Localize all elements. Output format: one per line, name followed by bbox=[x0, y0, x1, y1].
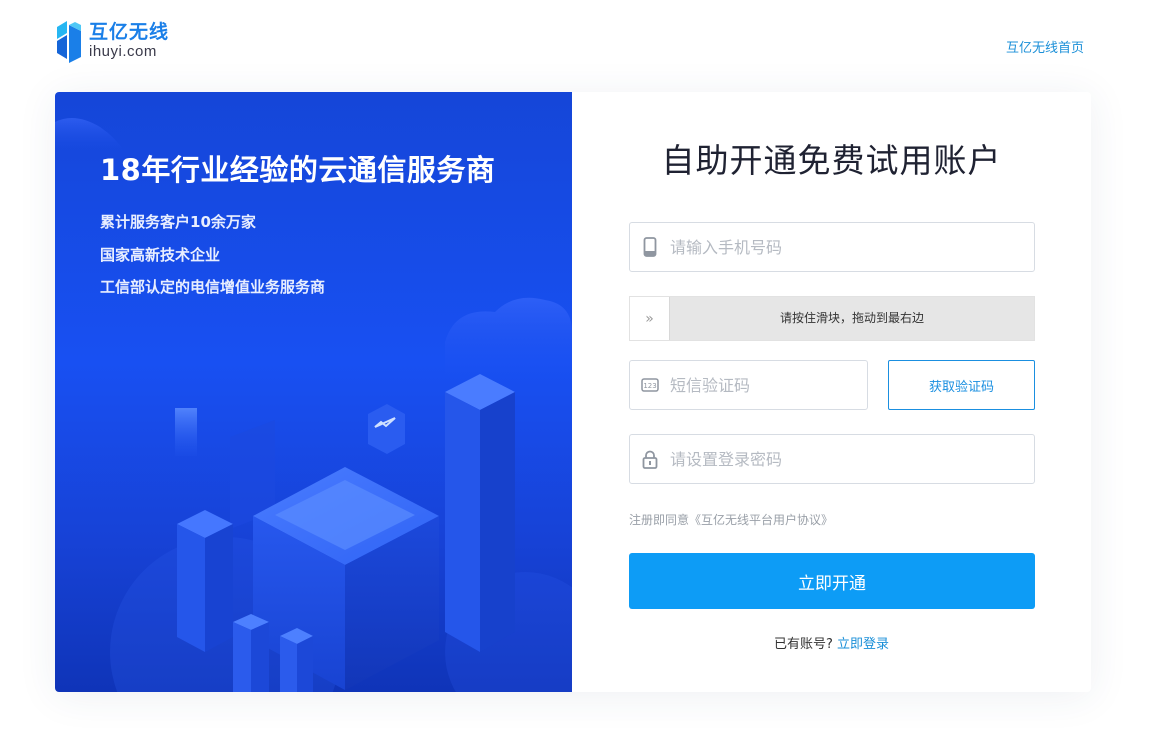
brand-name: 互亿无线 bbox=[89, 21, 170, 43]
phone-icon bbox=[630, 223, 670, 271]
signup-form: 自助开通免费试用账户 » 请按住滑块，拖动到最右边 123 bbox=[572, 92, 1091, 692]
agreement-prefix: 注册即同意 bbox=[629, 513, 690, 527]
phone-input[interactable] bbox=[670, 223, 1034, 271]
login-prompt: 已有账号? bbox=[774, 637, 833, 652]
promo-title: 18年行业经验的云通信服务商 bbox=[100, 153, 496, 187]
promo-feature: 国家高新技术企业 bbox=[100, 245, 221, 264]
login-link[interactable]: 立即登录 bbox=[837, 637, 889, 652]
brand-domain: ihuyi.com bbox=[89, 43, 157, 60]
promo-feature: 工信部认定的电信增值业务服务商 bbox=[100, 278, 326, 296]
promo-panel: 18年行业经验的云通信服务商 累计服务客户10余万家 国家高新技术企业 工信部认… bbox=[55, 92, 572, 692]
slider-hint: 请按住滑块，拖动到最右边 bbox=[779, 311, 924, 325]
brand-logo[interactable]: 互亿无线 ihuyi.com bbox=[55, 18, 185, 64]
sms-code-input[interactable] bbox=[670, 361, 867, 409]
slider-captcha[interactable]: » 请按住滑块，拖动到最右边 bbox=[629, 296, 1035, 341]
promo-feature-list: 累计服务客户10余万家 国家高新技术企业 工信部认定的电信增值业务服务商 bbox=[100, 206, 325, 304]
agreement-text: 注册即同意《互亿无线平台用户协议》 bbox=[629, 511, 833, 528]
agreement-link[interactable]: 《互亿无线平台用户协议》 bbox=[689, 513, 833, 527]
password-input[interactable] bbox=[670, 435, 1034, 483]
promo-feature: 累计服务客户10余万家 bbox=[100, 213, 256, 231]
slider-handle[interactable]: » bbox=[630, 297, 670, 340]
code-123-icon: 123 bbox=[630, 361, 670, 409]
phone-field[interactable] bbox=[629, 222, 1035, 272]
svg-text:123: 123 bbox=[643, 382, 656, 390]
login-prompt-line: 已有账号? 立即登录 bbox=[572, 633, 1091, 652]
get-code-button[interactable]: 获取验证码 bbox=[888, 360, 1035, 410]
password-field[interactable] bbox=[629, 434, 1035, 484]
sms-code-field[interactable]: 123 bbox=[629, 360, 868, 410]
lock-icon bbox=[630, 435, 670, 483]
home-link[interactable]: 互亿无线首页 bbox=[1006, 37, 1084, 56]
signup-card: 18年行业经验的云通信服务商 累计服务客户10余万家 国家高新技术企业 工信部认… bbox=[55, 92, 1091, 692]
submit-button[interactable]: 立即开通 bbox=[629, 553, 1035, 609]
logo-mark-icon bbox=[57, 21, 81, 63]
form-title: 自助开通免费试用账户 bbox=[661, 141, 1002, 180]
